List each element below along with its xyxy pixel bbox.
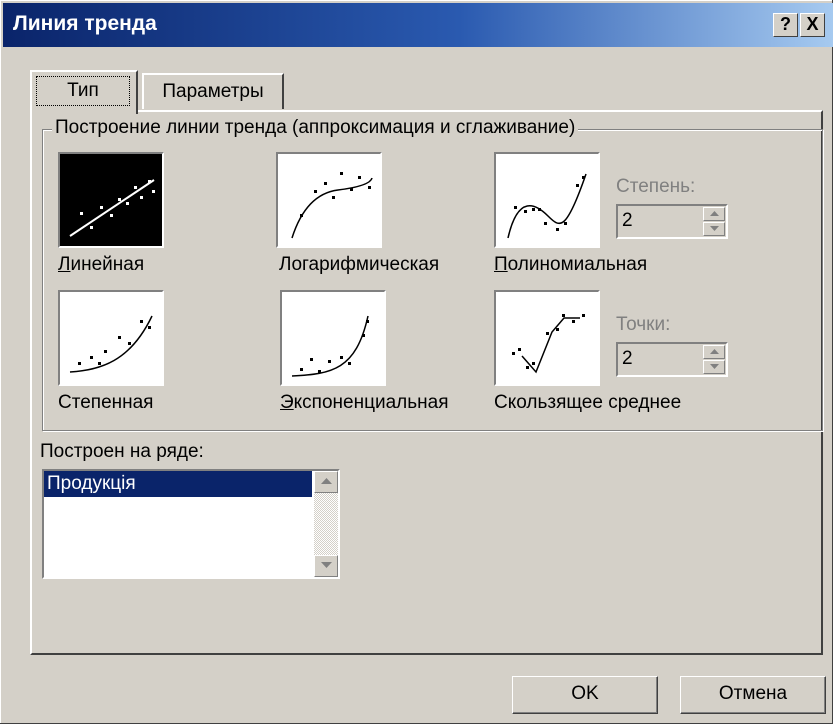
tab-parameters[interactable]: Параметры [142, 73, 284, 109]
arrow-down-icon [710, 226, 719, 231]
degree-up-button[interactable] [703, 207, 725, 221]
close-button[interactable]: X [800, 13, 825, 37]
logarithmic-trend-icon[interactable] [276, 152, 382, 248]
scroll-up-button[interactable] [314, 471, 338, 493]
tab-type-label: Тип [36, 76, 130, 106]
power-trend-icon[interactable] [58, 290, 164, 386]
trend-label-moving-average[interactable]: Скользящее среднее [494, 392, 681, 414]
series-scrollbar[interactable] [314, 471, 338, 577]
trend-label-logarithmic[interactable]: Логарифмическая [279, 254, 439, 276]
trendline-dialog: Линия тренда ? X Тип Параметры Построени… [0, 0, 833, 724]
arrow-up-icon [710, 211, 719, 216]
points-value[interactable]: 2 [622, 348, 633, 370]
series-item-selected[interactable]: Продукція [44, 471, 312, 497]
exponential-trend-icon[interactable] [280, 290, 386, 386]
points-up-button[interactable] [703, 345, 725, 359]
degree-value[interactable]: 2 [622, 210, 633, 232]
points-down-button[interactable] [703, 360, 725, 374]
tab-parameters-label: Параметры [162, 81, 264, 102]
degree-label: Степень: [616, 176, 696, 197]
degree-down-button[interactable] [703, 222, 725, 236]
points-label: Точки: [616, 314, 671, 335]
degree-spinner[interactable]: 2 [616, 204, 728, 239]
trend-label-exponential[interactable]: Экспоненциальная [280, 392, 449, 414]
arrow-down-icon [710, 364, 719, 369]
ok-button[interactable]: OK [512, 676, 658, 714]
title-bar[interactable]: Линия тренда ? X [3, 3, 833, 47]
series-label: Построен на ряде: [40, 441, 204, 462]
cancel-button[interactable]: Отмена [680, 676, 826, 714]
help-button[interactable]: ? [773, 13, 798, 37]
polynomial-trend-icon[interactable] [494, 152, 600, 248]
arrow-up-icon [710, 349, 719, 354]
tab-type[interactable]: Тип [30, 70, 138, 114]
trend-type-group-legend: Построение линии тренда (аппроксимация и… [52, 117, 579, 139]
points-spinner[interactable]: 2 [616, 342, 728, 377]
arrow-down-icon [321, 562, 332, 568]
scroll-down-button[interactable] [314, 555, 338, 577]
series-listbox[interactable]: Продукція [42, 469, 340, 579]
moving-average-trend-icon[interactable] [494, 290, 600, 386]
trend-label-linear[interactable]: Линейная [58, 254, 144, 276]
arrow-up-icon [321, 478, 332, 484]
trend-label-polynomial[interactable]: Полиномиальная [494, 254, 647, 276]
linear-trend-icon[interactable] [58, 152, 164, 248]
trend-label-power[interactable]: Степенная [58, 392, 153, 414]
window-title: Линия тренда [13, 12, 157, 35]
